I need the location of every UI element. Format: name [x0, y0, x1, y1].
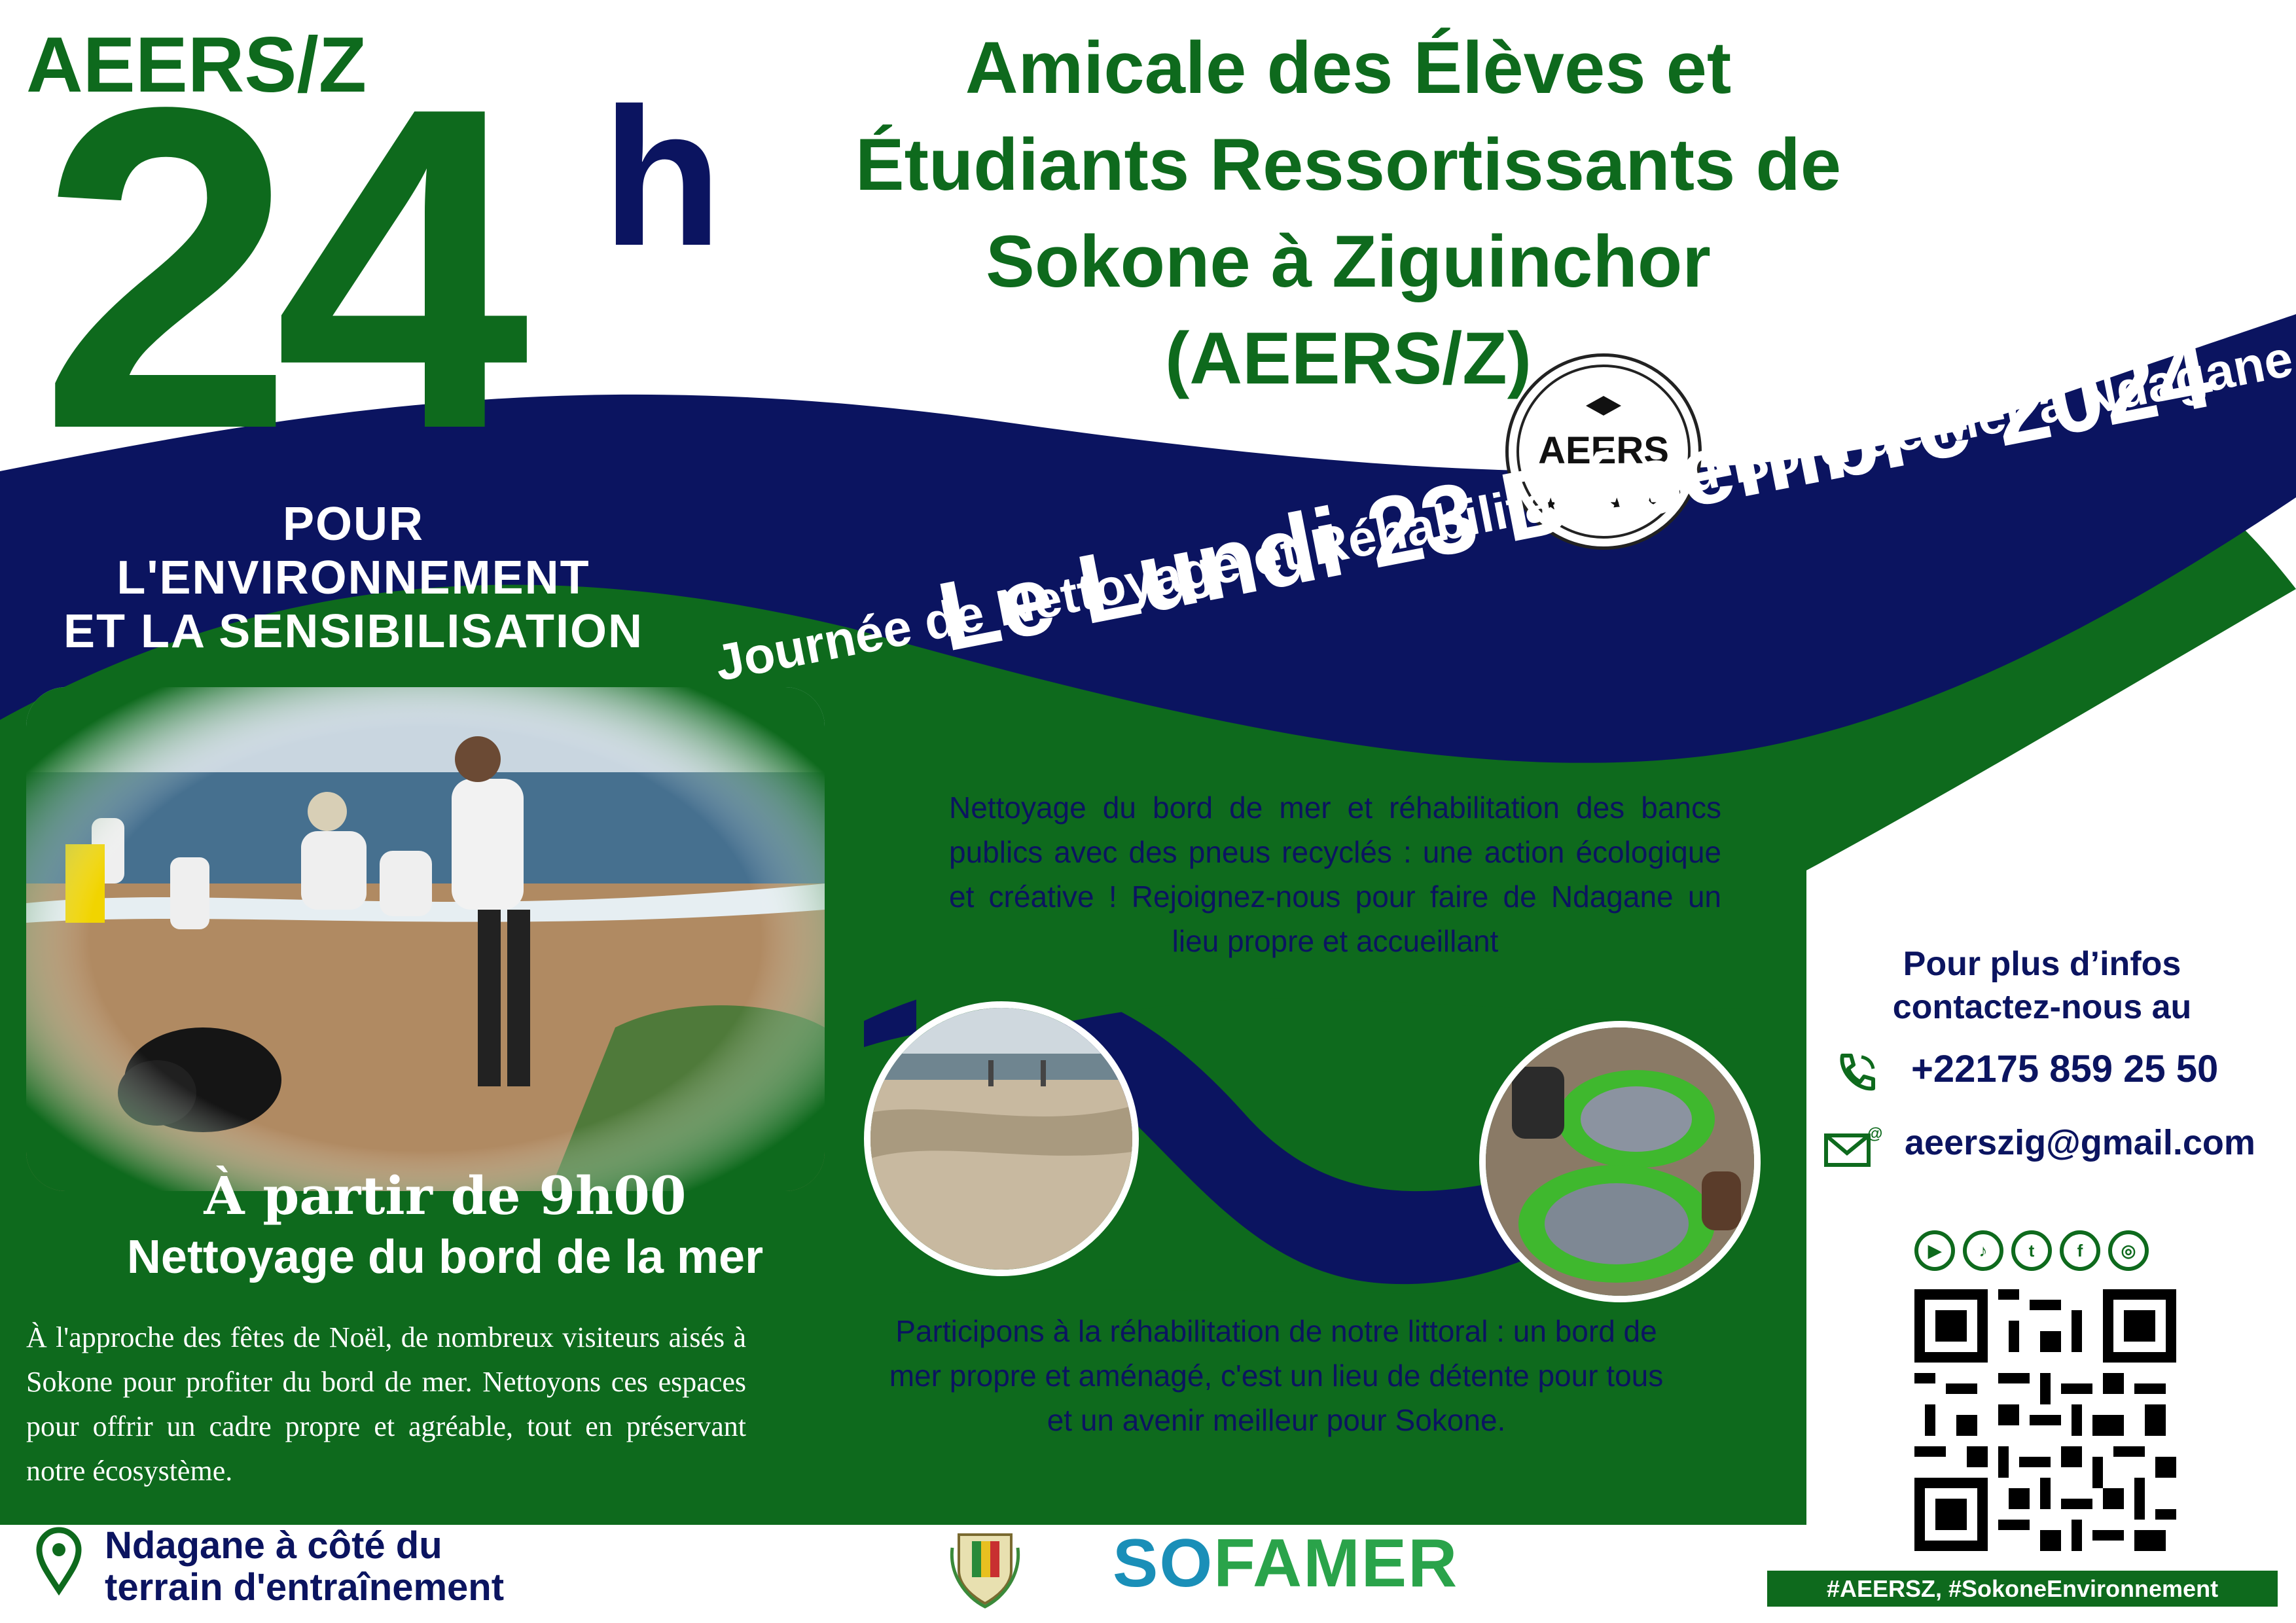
sponsor-part2: FAMER — [1213, 1525, 1459, 1601]
poster: AEERS/Z 24 h POUR L'ENVIRONNEMENT ET LA … — [0, 0, 2296, 1623]
org-full-name: Amicale des Élèves et Étudiants Ressorti… — [851, 20, 1846, 407]
sofamer-sponsor-logo: SOFAMER — [1113, 1525, 1458, 1603]
start-time: À partir de 9h00 — [204, 1165, 687, 1226]
activity-label: Nettoyage du bord de la mer — [126, 1231, 764, 1283]
event-location: Ndagane à côté du terrain d'entraînement — [105, 1525, 504, 1609]
sponsor-part1: SO — [1113, 1525, 1214, 1601]
contact-title: Pour plus d’infos contactez-nous au — [1872, 942, 2212, 1029]
social-icons: ▶ ♪ t f ◎ — [1914, 1230, 2149, 1276]
contact-title-line1: Pour plus d’infos — [1903, 945, 2181, 983]
tire-bench-photo — [1486, 1027, 1754, 1296]
tire-bench-photo-circle — [1479, 1021, 1761, 1302]
location-line1: Ndagane à côté du — [105, 1524, 442, 1567]
instagram-icon[interactable]: ◎ — [2108, 1230, 2149, 1271]
location-line2: terrain d'entraînement — [105, 1566, 505, 1609]
contact-email[interactable]: aeerszig@gmail.com — [1905, 1122, 2255, 1163]
contact-phone[interactable]: +22175 859 25 50 — [1911, 1047, 2218, 1091]
qr-code[interactable] — [1914, 1289, 2176, 1551]
tagline: POUR L'ENVIRONNEMENT ET LA SENSIBILISATI… — [52, 497, 655, 658]
phone-icon — [1840, 1054, 1875, 1091]
org-full-line1: Amicale des Élèves et — [965, 27, 1732, 109]
email-icon: @ — [1824, 1126, 1882, 1167]
tagline-line2: ET LA SENSIBILISATION — [63, 605, 644, 658]
contact-title-line2: contactez-nous au — [1892, 988, 2192, 1026]
facebook-icon[interactable]: f — [2060, 1230, 2100, 1271]
municipal-crest-icon — [950, 1533, 1020, 1609]
beach-cleanup-illustration — [26, 687, 825, 1191]
org-full-line3: Sokone à Ziguinchor (AEERS/Z) — [986, 221, 1711, 399]
svg-text:@: @ — [1867, 1126, 1882, 1143]
tagline-line1: POUR L'ENVIRONNEMENT — [117, 498, 590, 604]
big-h-unit: h — [602, 67, 723, 287]
beach-photo — [870, 1008, 1132, 1270]
big-24-number: 24 — [39, 12, 529, 524]
org-full-line2: Étudiants Ressortissants de — [855, 124, 1842, 205]
location-pin-icon — [36, 1527, 82, 1596]
tiktok-icon[interactable]: ♪ — [1963, 1230, 2003, 1271]
intro-paragraph: À l'approche des fêtes de Noël, de nombr… — [26, 1321, 746, 1487]
youtube-icon[interactable]: ▶ — [1914, 1230, 1955, 1271]
twitter-icon[interactable]: t — [2011, 1230, 2052, 1271]
description-paragraph-2: Participons à la réhabilitation de notre… — [889, 1314, 1664, 1437]
description-paragraph-1: Nettoyage du bord de mer et réhabilitati… — [949, 791, 1721, 958]
beach-photo-circle — [864, 1001, 1139, 1276]
beach-cleanup-photo — [26, 687, 825, 1191]
hashtags: #AEERSZ, #SokoneEnvironnement — [1767, 1571, 2278, 1607]
